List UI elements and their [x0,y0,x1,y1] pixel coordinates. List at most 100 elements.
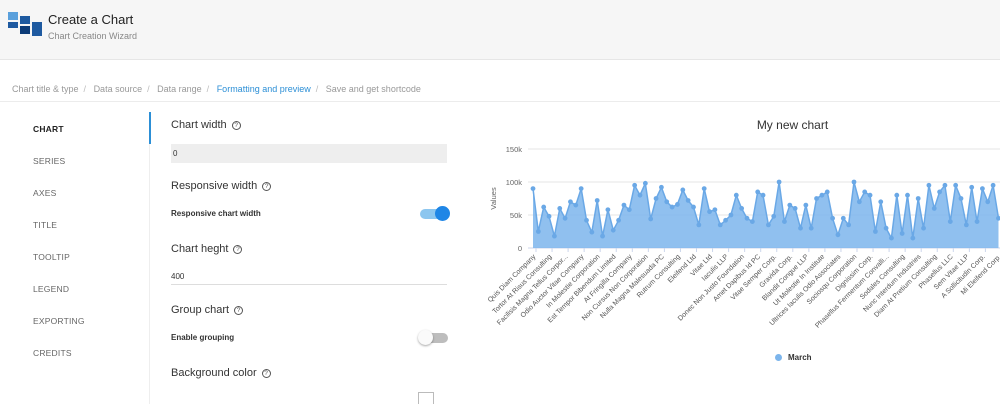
data-point [610,227,616,233]
data-point [808,225,814,231]
data-point [552,233,557,239]
data-point [637,192,643,198]
legend-label-march[interactable]: March [788,353,812,362]
data-point [974,219,980,224]
data-point [819,192,825,198]
app-title: Create a Chart [48,12,134,27]
data-point [990,182,996,188]
data-point [846,222,852,228]
data-point [712,207,718,213]
data-point [707,209,712,215]
breadcrumb-separator: / [147,84,150,94]
data-point [605,207,611,213]
breadcrumb-step-data-range[interactable]: Data range [157,84,202,94]
help-icon[interactable]: ? [234,306,244,315]
data-point [530,186,536,191]
data-point [760,192,766,198]
breadcrumb-divider [0,101,1000,102]
breadcrumb: Chart title & type / Data source / Data ra… [12,84,421,94]
data-point [616,217,621,223]
data-point [642,180,648,186]
sidebar-item-axes[interactable]: AXES [33,188,56,198]
breadcrumb-separator: / [206,84,210,94]
sidebar-item-credits[interactable]: CREDITS [33,348,72,358]
breadcrumb-step-title-type[interactable]: Chart title & type [12,84,79,94]
data-point [632,182,638,188]
data-point [931,206,937,211]
data-point [798,225,803,231]
data-point [910,235,916,241]
data-point [873,229,878,234]
chart-wizard-logo-icon [8,12,42,36]
app-header: Create a Chart Chart Creation Wizard [0,0,1000,60]
data-point [535,229,541,234]
y-tick-label: 0 [518,244,522,253]
data-point [717,222,723,228]
toggle-knob [435,206,450,221]
data-point [739,206,745,211]
data-point [691,204,696,210]
sidebar-item-legend[interactable]: LEGEND [33,284,69,294]
data-point [685,198,691,203]
data-point [915,196,921,201]
data-point [814,196,819,201]
breadcrumb-step-save[interactable]: Save and get shortcode [326,84,421,94]
data-point [803,202,809,208]
chart-width-input[interactable]: 0 [171,144,447,163]
data-point [589,229,595,235]
data-point [947,219,953,224]
y-axis-label: Values [489,187,498,210]
sidebar-item-chart[interactable]: CHART [33,124,64,134]
breadcrumb-separator: / [83,84,87,94]
group-chart-toggle[interactable] [418,330,448,345]
data-point [937,189,942,195]
data-point [782,219,787,224]
data-point [926,182,932,188]
breadcrumb-step-formatting[interactable]: Formatting and preview [217,84,311,94]
sidebar-item-series[interactable]: SERIES [33,156,65,166]
data-point [985,199,991,205]
data-point [664,199,670,205]
data-point [776,179,782,185]
toggle-knob [418,330,433,345]
sidebar-item-title[interactable]: TITLE [33,220,57,230]
data-point [830,215,835,221]
responsive-width-toggle[interactable] [420,206,450,221]
sidebar-divider [149,144,150,404]
data-point [856,199,862,205]
data-point [546,213,552,219]
data-point [733,192,739,198]
data-point [862,189,868,195]
data-point [905,192,910,198]
data-point [963,222,969,228]
y-tick-label: 150k [506,145,523,154]
breadcrumb-step-data-source[interactable]: Data source [94,84,143,94]
help-icon[interactable]: ? [231,121,241,130]
sidebar-item-exporting[interactable]: EXPORTING [33,316,85,326]
data-point [648,216,654,222]
legend-marker[interactable] [775,354,782,361]
sidebar-item-tooltip[interactable]: TOOLTIP [33,252,70,262]
data-point [921,225,926,231]
data-point [958,196,964,201]
data-point [883,225,889,231]
data-point [600,233,605,239]
data-point [766,222,771,228]
chart-height-input[interactable]: 400 [171,268,447,285]
data-point [701,186,707,191]
data-point [541,204,547,210]
data-point [594,198,600,203]
help-icon[interactable]: ? [261,369,271,378]
data-point [835,232,841,238]
background-color-label: Background color? [171,367,271,379]
chart-title: My new chart [756,118,829,132]
background-color-swatch[interactable] [418,392,434,404]
sidebar-active-indicator [149,112,151,144]
data-point [568,199,573,205]
data-point [562,215,568,221]
data-point [851,179,857,185]
help-icon[interactable]: ? [262,182,272,191]
data-point [969,184,975,190]
data-point [723,217,728,223]
help-icon[interactable]: ? [233,245,243,254]
